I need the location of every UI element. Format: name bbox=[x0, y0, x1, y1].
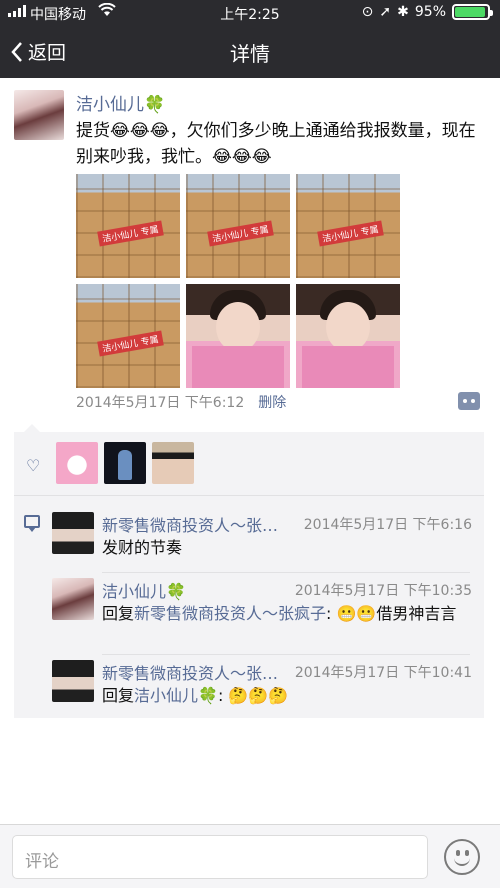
orientation-lock-icon: ⊙ bbox=[361, 4, 374, 20]
clover-emoji: 🍀 bbox=[198, 686, 218, 705]
nav-bar: 返回 详情 bbox=[0, 26, 500, 78]
delete-link[interactable]: 删除 bbox=[258, 392, 286, 412]
more-actions-button[interactable] bbox=[458, 392, 480, 410]
clover-emoji: 🍀 bbox=[166, 582, 186, 601]
comment-input[interactable]: 评论 bbox=[12, 835, 428, 879]
emoji-eye bbox=[456, 850, 460, 856]
reply-text: : 🤔🤔🤔 bbox=[217, 686, 289, 705]
liker-avatar[interactable] bbox=[152, 442, 194, 484]
photo-part bbox=[192, 346, 284, 388]
reply-to-link[interactable]: 新零售微商投资人～张疯子 bbox=[134, 604, 326, 623]
liker-avatar[interactable] bbox=[56, 442, 98, 484]
comment-text: 发财的节奏 bbox=[102, 538, 183, 557]
photo-4[interactable]: 洁小仙儿 专属 bbox=[76, 284, 180, 388]
clover-emoji: 🍀 bbox=[144, 95, 166, 115]
comment-icon bbox=[24, 515, 40, 532]
photo-1[interactable]: 洁小仙儿 专属 bbox=[76, 174, 180, 278]
reply-to-name: 洁小仙儿 bbox=[134, 686, 199, 705]
comment-divider bbox=[102, 654, 470, 655]
top-bar: 中国移动 上午2:25 ⊙ ➚ ✱ 95% 返回 详情 bbox=[0, 0, 500, 78]
photo-watermark: 洁小仙儿 专属 bbox=[97, 220, 164, 247]
post-text: 提货😂😂😂，欠你们多少晚上通通给我报数量，现在别来吵我，我忙。😂😂😂 bbox=[76, 121, 476, 167]
commenter-name-text: 洁小仙儿 bbox=[102, 582, 167, 601]
comment-text: 回复新零售微商投资人～张疯子: 😬😬借男神吉言 bbox=[102, 602, 472, 626]
commenter-avatar[interactable] bbox=[52, 660, 94, 702]
emoji-mouth bbox=[454, 858, 470, 866]
commenter-name[interactable]: 洁小仙儿🍀 bbox=[102, 578, 186, 602]
emoji-button[interactable] bbox=[444, 839, 480, 875]
likes-row: ♡ bbox=[14, 432, 484, 496]
battery-percent: 95% bbox=[414, 4, 446, 20]
comment-time: 2014年5月17日 下午6:16 bbox=[303, 517, 472, 533]
comment-divider bbox=[102, 572, 470, 573]
commenter-name[interactable]: 新零售微商投资人～张… bbox=[102, 660, 278, 684]
author-name-text: 洁小仙儿 bbox=[76, 95, 144, 115]
heart-icon: ♡ bbox=[26, 456, 41, 475]
commenter-avatar[interactable] bbox=[52, 512, 94, 554]
author-name[interactable]: 洁小仙儿🍀 bbox=[76, 90, 165, 115]
photo-3[interactable]: 洁小仙儿 专属 bbox=[296, 174, 400, 278]
photo-part bbox=[302, 346, 394, 388]
panel-pointer bbox=[24, 424, 40, 432]
photo-watermark: 洁小仙儿 专属 bbox=[317, 220, 384, 247]
post-timestamp: 2014年5月17日 下午6:12 bbox=[76, 395, 245, 411]
bluetooth-icon: ✱ bbox=[397, 4, 409, 20]
comment-time: 2014年5月17日 下午10:35 bbox=[294, 583, 472, 599]
photo-part bbox=[216, 302, 260, 352]
comment-time: 2014年5月17日 下午10:41 bbox=[294, 665, 472, 681]
photo-6[interactable] bbox=[296, 284, 400, 388]
photo-2[interactable]: 洁小仙儿 专属 bbox=[186, 174, 290, 278]
status-bar: 中国移动 上午2:25 ⊙ ➚ ✱ 95% bbox=[0, 0, 500, 26]
comment-bar: 评论 bbox=[0, 824, 500, 888]
reply-text: : 😬😬借男神吉言 bbox=[326, 604, 457, 623]
photo-watermark: 洁小仙儿 专属 bbox=[97, 330, 164, 357]
battery-level bbox=[455, 7, 486, 17]
reply-prefix: 回复 bbox=[102, 686, 135, 705]
page-title: 详情 bbox=[230, 42, 270, 66]
photo-watermark: 洁小仙儿 专属 bbox=[207, 220, 274, 247]
photo-5[interactable] bbox=[186, 284, 290, 388]
author-avatar[interactable] bbox=[14, 90, 64, 140]
commenter-avatar[interactable] bbox=[52, 578, 94, 620]
photo-part bbox=[326, 302, 370, 352]
reply-to-link[interactable]: 洁小仙儿🍀 bbox=[134, 686, 218, 705]
photo-grid: 洁小仙儿 专属 洁小仙儿 专属 洁小仙儿 专属 洁小仙儿 专属 bbox=[76, 174, 400, 388]
reply-prefix: 回复 bbox=[102, 604, 135, 623]
post-meta: 2014年5月17日 下午6:12 删除 bbox=[76, 392, 286, 412]
emoji-eye bbox=[465, 850, 469, 856]
location-icon: ➚ bbox=[379, 4, 392, 20]
battery-icon bbox=[452, 4, 493, 20]
commenter-name[interactable]: 新零售微商投资人～张… bbox=[102, 512, 278, 536]
comment-text: 回复洁小仙儿🍀: 🤔🤔🤔 bbox=[102, 684, 472, 708]
liker-avatar[interactable] bbox=[104, 442, 146, 484]
